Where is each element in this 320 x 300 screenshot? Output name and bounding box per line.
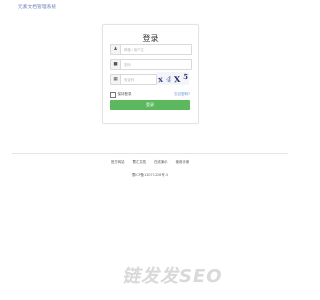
footer-links: 官方网站 蜀汇文档 在线演示 使用手册 (0, 159, 300, 164)
password-field[interactable]: ■ 密码 (110, 59, 192, 70)
captcha-field[interactable]: ▦ 验证码 (110, 74, 157, 85)
login-button[interactable]: 登录 (110, 100, 190, 110)
forgot-password-link[interactable]: 忘记密码? (174, 92, 190, 97)
captcha-char: X (173, 73, 181, 84)
copyright[interactable]: 蜀ICP备13071326号-5 (0, 172, 300, 177)
user-icon: ♟ (111, 45, 121, 54)
remember-checkbox[interactable] (110, 92, 116, 98)
footer-link[interactable]: 使用手册 (176, 159, 190, 164)
footer-link[interactable]: 蜀汇文档 (132, 159, 146, 164)
username-placeholder: 邮箱 / 用户名 (124, 48, 144, 52)
lock-icon: ■ (111, 60, 121, 69)
footer-divider (12, 153, 288, 154)
captcha-char: 4 (164, 73, 173, 84)
captcha-placeholder: 验证码 (124, 78, 135, 82)
captcha-image[interactable]: x 4 X 5 (157, 72, 189, 85)
remember-me[interactable]: 保持登录 (110, 92, 132, 98)
shield-icon: ▦ (111, 75, 121, 84)
username-field[interactable]: ♟ 邮箱 / 用户名 (110, 44, 192, 55)
login-title: 登录 (142, 34, 159, 43)
watermark: 链发发SEO (122, 266, 223, 287)
footer-link[interactable]: 在线演示 (154, 159, 168, 164)
footer-link[interactable]: 官方网站 (111, 159, 125, 164)
remember-label: 保持登录 (117, 92, 132, 97)
app-title[interactable]: 元素文档管理系统 (18, 4, 56, 10)
password-placeholder: 密码 (124, 63, 131, 67)
captcha-char: 5 (182, 71, 189, 82)
captcha-char: x (157, 73, 164, 84)
